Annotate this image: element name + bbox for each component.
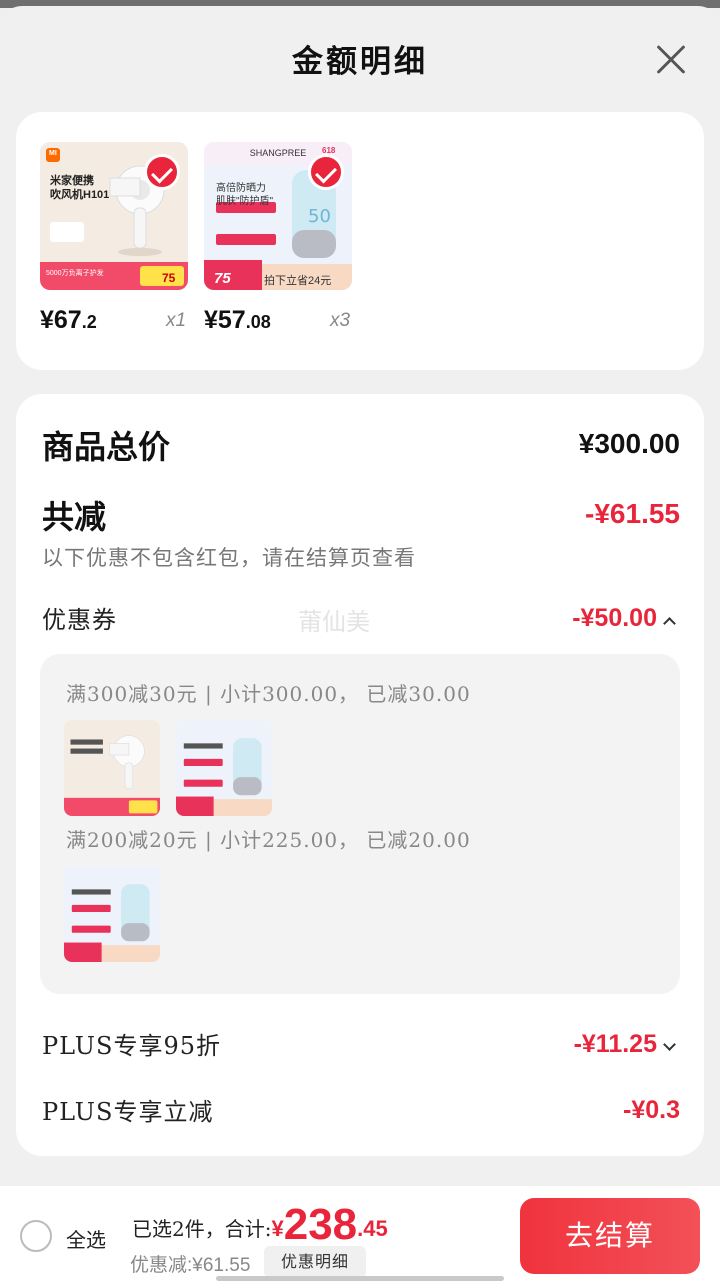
- product-price-int: ¥57: [204, 306, 246, 334]
- coupon-rule-2: 满200减20元 | 小计225.00， 已减20.00: [66, 828, 471, 852]
- discount-note: 以下优惠不包含红包，请在结算页查看: [42, 546, 416, 570]
- product-price-dec: .2: [81, 312, 97, 332]
- coupon-thumb-hair-dryer: [64, 720, 160, 816]
- image-badge: 75: [162, 271, 176, 285]
- checkmark-icon[interactable]: [308, 154, 344, 190]
- chevron-up-icon: [663, 617, 676, 631]
- discount-detail-link[interactable]: 优惠明细: [264, 1246, 366, 1278]
- sunscreen-image: 50 SHANGPREE 高倍防晒力 肌肤"防护盾" 拍下立省24元 75 61…: [204, 142, 352, 290]
- total-price-value: ¥300.00: [578, 428, 680, 459]
- plus-discount-toggle[interactable]: -¥11.25: [573, 1030, 676, 1059]
- image-text-line: 米家便携: [50, 175, 94, 187]
- plus-discount-value: -¥11.25: [573, 1030, 657, 1058]
- coupon-label: 优惠券: [42, 606, 117, 634]
- product-price: ¥57.08: [204, 306, 271, 335]
- watermark: 莆仙美: [298, 609, 370, 636]
- order-summary: 已选2件，合计:¥238.45: [132, 1200, 388, 1250]
- product-item-sunscreen[interactable]: 50 SHANGPREE 高倍防晒力 肌肤"防护盾" 拍下立省24元 75 61…: [204, 142, 354, 334]
- product-quantity: x1: [166, 310, 187, 331]
- total-reduce-value: -¥61.55: [585, 498, 680, 529]
- image-text-line: 高倍防晒力: [216, 183, 266, 194]
- saved-amount: 优惠减:¥61.55: [130, 1255, 251, 1276]
- image-text-line: 吹风机H101: [50, 189, 110, 201]
- product-price-dec: .08: [245, 312, 271, 332]
- total-price-label: 商品总价: [42, 428, 171, 466]
- total-amount-int: 238: [283, 1200, 358, 1249]
- selected-count-text: 已选2件，合计:: [132, 1217, 272, 1241]
- product-card: 米家便携 吹风机H101 5000万负离子护发 75 MI ¥67.2 x1 5…: [16, 112, 704, 370]
- plus-reduce-label: PLUS专享立减: [42, 1098, 214, 1126]
- image-text-line: 5000万负离子护发: [46, 270, 104, 277]
- image-text-line: 拍下立省24元: [264, 275, 332, 287]
- close-icon[interactable]: [650, 40, 690, 80]
- product-price-int: ¥67: [40, 306, 82, 334]
- product-quantity: x3: [330, 310, 351, 331]
- total-amount-dec: .45: [357, 1216, 388, 1241]
- checkout-bar: 全选 已选2件，合计:¥238.45 优惠减:¥61.55 优惠明细 去结算: [0, 1186, 720, 1286]
- amount-detail-sheet: 金额明细 米家便携 吹风机H101 5000万负离子护发 75 MI ¥67.2…: [0, 6, 720, 1286]
- coupon-detail-box: 满300减30元 | 小计300.00， 已减30.00 满200减20元 | …: [40, 654, 680, 994]
- brand-logo: MI: [49, 150, 57, 157]
- select-all-radio[interactable]: [20, 1220, 52, 1252]
- hair-dryer-image: 米家便携 吹风机H101 5000万负离子护发 75 MI: [40, 142, 188, 290]
- product-item-hair-dryer[interactable]: 米家便携 吹风机H101 5000万负离子护发 75 MI ¥67.2 x1: [40, 142, 190, 334]
- price-detail-card: 商品总价 ¥300.00 共减 -¥61.55 以下优惠不包含红包，请在结算页查…: [16, 394, 704, 1156]
- product-price: ¥67.2: [40, 306, 97, 335]
- coupon-thumb-sunscreen: [64, 866, 160, 962]
- image-badge: 75: [214, 270, 231, 287]
- image-text-line: 肌肤"防护盾": [216, 196, 274, 207]
- select-all-label[interactable]: 全选: [66, 1224, 106, 1253]
- chevron-down-icon: [663, 1038, 676, 1052]
- sheet-title: 金额明细: [292, 44, 428, 80]
- coupon-value: -¥50.00: [572, 604, 657, 632]
- home-indicator: [216, 1276, 504, 1281]
- coupon-toggle[interactable]: -¥50.00: [572, 604, 676, 633]
- total-currency: ¥: [271, 1216, 284, 1241]
- checkmark-icon[interactable]: [144, 154, 180, 190]
- total-reduce-label: 共减: [42, 498, 107, 536]
- coupon-rule-1: 满300减30元 | 小计300.00， 已减30.00: [66, 682, 471, 706]
- checkout-button[interactable]: 去结算: [520, 1198, 700, 1274]
- plus-reduce-value: -¥0.3: [623, 1096, 680, 1124]
- plus-discount-label: PLUS专享95折: [42, 1032, 221, 1060]
- coupon-thumb-sunscreen: [176, 720, 272, 816]
- svg-text:50: 50: [308, 206, 331, 227]
